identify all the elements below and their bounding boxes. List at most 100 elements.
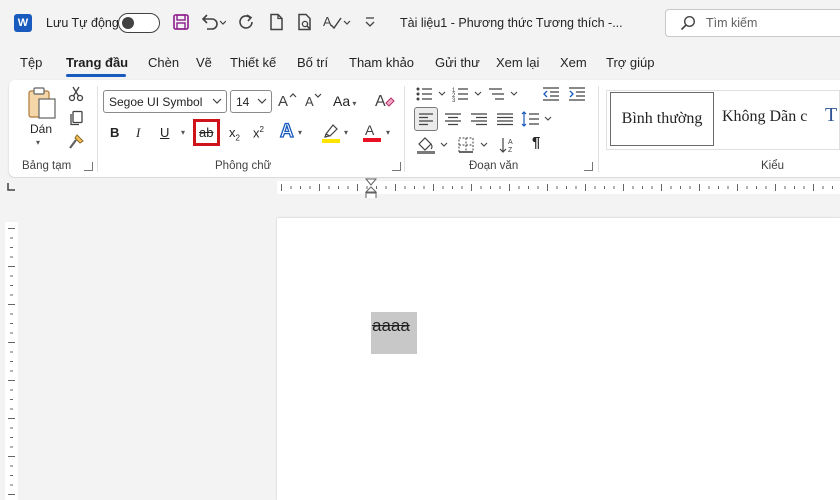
bold-button[interactable]: B xyxy=(110,125,119,140)
svg-text:A: A xyxy=(365,122,375,138)
svg-text:A: A xyxy=(375,93,386,110)
group-separator xyxy=(97,86,98,172)
chevron-down-icon xyxy=(212,93,222,109)
tab-view[interactable]: Xem xyxy=(560,55,587,70)
tab-design[interactable]: Thiết kế xyxy=(230,55,276,70)
clipboard-group-label: Bảng tạm xyxy=(22,160,72,172)
bullets-icon[interactable] xyxy=(416,86,448,102)
shrink-font-icon[interactable]: A xyxy=(304,91,324,109)
tab-mailings[interactable]: Gửi thư xyxy=(435,55,480,70)
spelling-icon[interactable]: A xyxy=(322,13,352,31)
tab-selector-icon[interactable] xyxy=(7,183,15,191)
svg-text:A: A xyxy=(323,14,332,29)
tab-draw[interactable]: Vẽ xyxy=(196,55,212,70)
paste-icon[interactable] xyxy=(26,86,58,120)
subscript-button[interactable]: x2 xyxy=(229,125,240,143)
tab-file[interactable]: Tệp xyxy=(20,55,42,70)
search-icon xyxy=(680,15,696,31)
horizontal-ruler[interactable] xyxy=(277,181,840,194)
redo-icon[interactable] xyxy=(238,13,256,31)
tab-review[interactable]: Xem lại xyxy=(496,55,539,70)
font-color-dropdown-icon[interactable]: ▾ xyxy=(386,128,390,137)
superscript-mark: 2 xyxy=(259,125,264,134)
chevron-down-icon: ▾ xyxy=(350,99,357,108)
text-effects-dropdown-icon[interactable]: ▾ xyxy=(298,128,302,137)
svg-text:3: 3 xyxy=(452,98,456,102)
show-formatting-marks-button[interactable]: ¶ xyxy=(532,134,540,151)
search-placeholder: Tìm kiếm xyxy=(706,16,758,30)
active-tab-indicator xyxy=(66,74,126,77)
styles-group-label: Kiểu xyxy=(761,160,785,172)
highlight-dropdown-icon[interactable]: ▾ xyxy=(344,128,348,137)
sort-icon[interactable]: AZ xyxy=(498,136,516,154)
align-right-icon[interactable] xyxy=(469,108,489,130)
save-icon[interactable] xyxy=(172,13,190,31)
svg-text:Z: Z xyxy=(508,147,513,154)
vertical-ruler[interactable] xyxy=(5,222,18,500)
underline-dropdown-icon[interactable]: ▾ xyxy=(181,128,185,137)
autosave-toggle[interactable] xyxy=(118,13,160,33)
indent-marker-icon[interactable] xyxy=(364,178,378,200)
shading-icon[interactable] xyxy=(416,135,450,155)
font-size-value: 14 xyxy=(236,95,250,109)
clear-formatting-icon[interactable]: A xyxy=(375,90,395,110)
font-launcher-icon[interactable] xyxy=(392,162,401,171)
tab-home[interactable]: Trang đầu xyxy=(66,55,128,70)
clipboard-launcher-icon[interactable] xyxy=(84,162,93,171)
text-effects-button[interactable]: A xyxy=(279,120,294,143)
document-text[interactable]: aaaa xyxy=(372,316,410,336)
tab-insert[interactable]: Chèn xyxy=(148,55,179,70)
svg-text:A: A xyxy=(278,93,288,109)
font-size-combo[interactable]: 14 xyxy=(230,90,272,113)
highlighter-icon[interactable] xyxy=(321,122,341,144)
borders-icon[interactable] xyxy=(457,136,491,154)
tab-help[interactable]: Trợ giúp xyxy=(606,55,655,70)
document-title[interactable]: Tài liệu1 - Phương thức Tương thích -... xyxy=(400,16,623,30)
new-doc-icon[interactable] xyxy=(268,13,284,31)
font-name-value: Segoe UI Symbol xyxy=(109,95,203,109)
numbering-icon[interactable]: 123 xyxy=(452,86,484,102)
paste-dropdown-icon[interactable]: ▾ xyxy=(36,138,40,147)
justify-icon[interactable] xyxy=(495,108,515,130)
line-spacing-icon[interactable] xyxy=(521,110,555,128)
style-no-spacing[interactable]: Không Dãn c xyxy=(722,108,817,126)
copy-icon[interactable] xyxy=(68,110,84,126)
svg-text:A: A xyxy=(305,94,314,109)
change-case-button[interactable]: Aa ▾ xyxy=(333,93,356,109)
print-preview-icon[interactable] xyxy=(296,13,314,31)
style-heading1[interactable]: T xyxy=(825,104,837,127)
font-name-combo[interactable]: Segoe UI Symbol xyxy=(103,90,227,113)
paragraph-group-label: Đoạn văn xyxy=(469,160,519,172)
font-group-label: Phông chữ xyxy=(215,160,272,172)
change-case-label: Aa xyxy=(333,93,351,109)
word-logo-icon: W xyxy=(14,14,32,32)
autosave-label: Lưu Tự động xyxy=(46,16,119,30)
italic-button[interactable]: I xyxy=(136,125,140,141)
group-separator xyxy=(598,86,599,172)
grow-font-icon[interactable]: A xyxy=(278,91,298,109)
undo-icon[interactable] xyxy=(200,13,226,31)
align-left-icon xyxy=(419,113,433,126)
tab-layout[interactable]: Bố trí xyxy=(297,55,328,70)
group-separator xyxy=(404,86,405,172)
format-painter-icon[interactable] xyxy=(68,134,84,150)
toggle-knob xyxy=(122,17,134,29)
multilevel-list-icon[interactable] xyxy=(488,86,520,102)
align-left-button[interactable] xyxy=(414,107,438,131)
underline-button[interactable]: U xyxy=(160,125,169,140)
increase-indent-icon[interactable] xyxy=(568,86,586,102)
superscript-button[interactable]: x2 xyxy=(253,125,264,140)
font-color-icon[interactable]: A xyxy=(362,121,382,143)
customize-qat-icon[interactable] xyxy=(364,13,376,31)
style-normal[interactable]: Bình thường xyxy=(610,92,714,146)
paste-label[interactable]: Dán xyxy=(30,122,52,136)
paragraph-launcher-icon[interactable] xyxy=(584,162,593,171)
strikethrough-highlight-box xyxy=(193,119,220,146)
document-page[interactable] xyxy=(277,218,840,500)
tab-references[interactable]: Tham khảo xyxy=(349,55,414,70)
svg-text:A: A xyxy=(508,139,513,146)
align-center-icon[interactable] xyxy=(443,108,463,130)
decrease-indent-icon[interactable] xyxy=(542,86,560,102)
cut-icon[interactable] xyxy=(68,86,84,102)
chevron-down-icon xyxy=(257,93,267,109)
